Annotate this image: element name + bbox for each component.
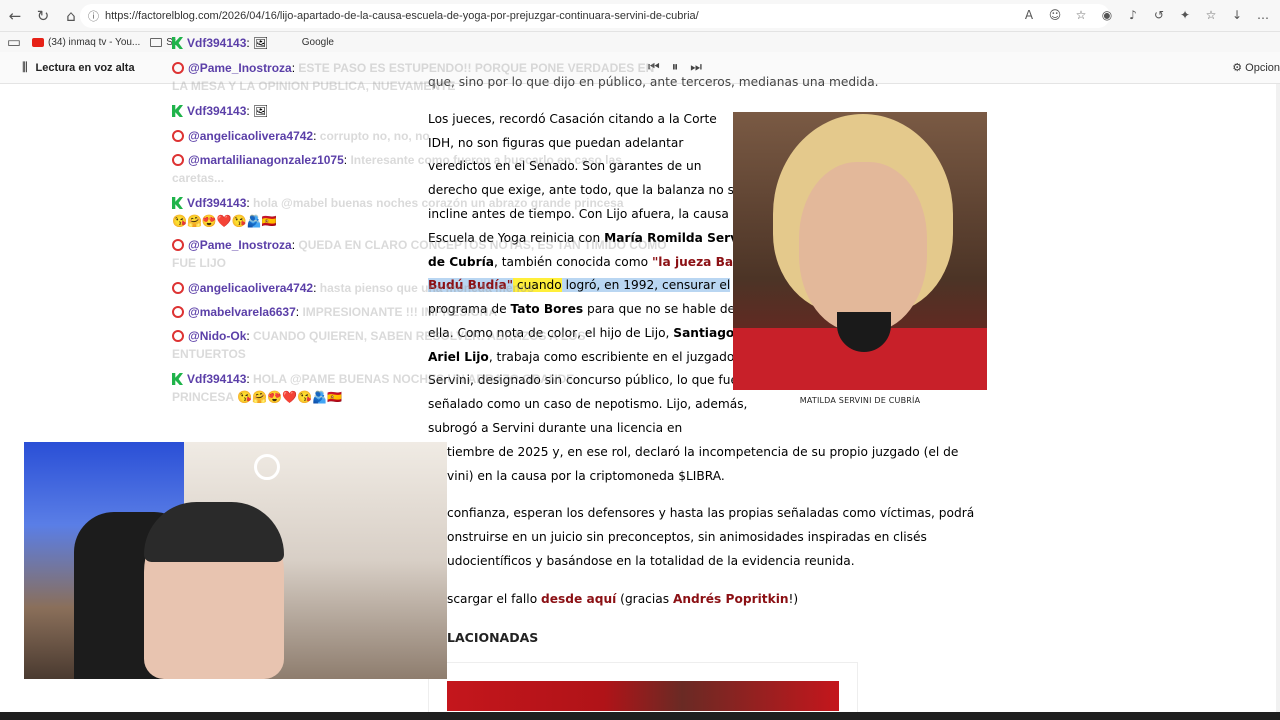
download-line: scargar el fallo desde aquí (gracias And… xyxy=(447,592,799,606)
read-aloud-icon[interactable]: A xyxy=(1018,4,1040,26)
chat-message: @Pame_Inostroza: ESTE PASO ES ESTUPENDO!… xyxy=(172,61,654,75)
chat-message: Vdf394143: 🖼 xyxy=(172,104,268,118)
menu-icon[interactable]: … xyxy=(1252,4,1274,26)
chat-message-continuation: caretas... xyxy=(172,171,225,185)
article-line: onstruirse en un juicio sin preconceptos… xyxy=(447,530,927,544)
chat-message-continuation: ENTUERTOS xyxy=(172,347,246,361)
youtube-icon xyxy=(32,37,44,47)
youtube-chat-icon xyxy=(172,62,184,74)
chat-message: @mabelvarela6637: IMPRESIONANTE !!! IMPR… xyxy=(172,305,497,319)
chat-message: @Nido-Ok: CUANDO QUIEREN, SABEN RESOLVER… xyxy=(172,329,586,343)
folder-icon xyxy=(150,37,163,47)
chat-message-continuation: FUE LIJO xyxy=(172,256,227,270)
article-line: señalado como un caso de nepotismo. Lijo… xyxy=(428,397,748,411)
volume-icon[interactable]: ♪ xyxy=(1122,4,1144,26)
favorite-star-icon[interactable]: ☆ xyxy=(1070,4,1092,26)
author-link[interactable]: Andrés Popritkin xyxy=(673,592,789,606)
reload-icon[interactable]: ↻ xyxy=(30,3,56,29)
chat-emote: 🖼 xyxy=(253,36,269,50)
puzzle-icon[interactable]: ✦ xyxy=(1174,4,1196,26)
address-bar[interactable]: ⓘ https://factorelblog.com/2026/04/16/li… xyxy=(80,4,1110,28)
chat-message: @angelicaolivera4742: corrupto no, no, n… xyxy=(172,129,430,143)
chat-message: Vdf394143: HOLA @PAME BUENAS NOCHES UN A… xyxy=(172,372,574,386)
browser-toolbar: ← ↻ ⌂ ⓘ https://factorelblog.com/2026/04… xyxy=(0,0,1280,32)
article-photo xyxy=(733,112,987,390)
next-icon[interactable]: ⏭ xyxy=(690,60,702,75)
article-line: confianza, esperan los defensores y hast… xyxy=(447,506,975,520)
download-link[interactable]: desde aquí xyxy=(541,592,616,606)
profile-icon[interactable]: ◉ xyxy=(1096,4,1118,26)
extension-icon[interactable]: ☺ xyxy=(1044,4,1066,26)
bookmark-youtube[interactable]: (34) inmaq tv - You... xyxy=(32,37,140,48)
kick-icon xyxy=(172,37,183,49)
chat-message-continuation: LA MESA Y LA OPINION PUBLICA, NUEVAMENTE xyxy=(172,79,456,93)
kick-icon xyxy=(172,373,183,385)
youtube-chat-icon xyxy=(172,130,184,142)
youtube-chat-icon xyxy=(172,330,184,342)
kick-icon xyxy=(172,197,183,209)
scrollbar[interactable] xyxy=(1276,84,1280,712)
related-thumbnail[interactable] xyxy=(447,681,839,711)
back-icon[interactable]: ← xyxy=(2,3,28,29)
youtube-chat-icon xyxy=(172,306,184,318)
article-line: Los jueces, recordó Casación citando a l… xyxy=(428,112,717,126)
youtube-chat-icon xyxy=(172,154,184,166)
options-icon: ⚙ xyxy=(1232,62,1246,74)
chat-emote: 🖼 xyxy=(253,104,269,118)
webcam-overlay xyxy=(24,442,447,679)
read-aloud-label: Lectura en voz alta xyxy=(35,61,135,74)
chat-message: Vdf394143: 🖼 xyxy=(172,36,268,50)
chat-emotes: 😘🤗😍❤️😘🫂🇪🇸 xyxy=(172,214,277,228)
youtube-chat-icon xyxy=(172,282,184,294)
pause-icon[interactable]: ⏸ xyxy=(672,60,679,75)
article-line: subrogó a Servini durante una licencia e… xyxy=(428,421,683,435)
taskbar xyxy=(0,712,1280,720)
photo-caption: MATILDA SERVINI DE CUBRÍA xyxy=(799,396,921,405)
youtube-chat-icon xyxy=(172,239,184,251)
read-aloud-controls: ⏮ ⏸ ⏭ xyxy=(648,60,702,75)
read-aloud-bar-icon: ⫼ xyxy=(22,60,28,74)
kick-icon xyxy=(172,105,183,117)
streamer xyxy=(144,502,284,679)
ring-light-icon xyxy=(254,454,280,480)
article-top-fragment: que, sino por lo que dijo en público, an… xyxy=(428,75,879,89)
article-line: udocientíficos y basándose en la totalid… xyxy=(447,554,855,568)
article-line: Ariel Lijo, trabaja como escribiente en … xyxy=(428,350,754,364)
downloads-icon[interactable]: ↓ xyxy=(1226,4,1248,26)
url-text: https://factorelblog.com/2026/04/16/lijo… xyxy=(105,10,699,22)
chat-message-continuation: PRINCESA 😘🤗😍❤️😘🫂🇪🇸 xyxy=(172,390,342,404)
site-info-icon[interactable]: ⓘ xyxy=(88,8,99,24)
chat-message: @angelicaolivera4742: hasta pienso que u… xyxy=(172,281,534,295)
refresh-icon[interactable]: ↺ xyxy=(1148,4,1170,26)
read-aloud-options[interactable]: ⚙ Opcion xyxy=(1232,61,1280,74)
chat-message: Vdf394143: hola @mabel buenas noches cor… xyxy=(172,196,624,210)
article-line: tiembre de 2025 y, en ese rol, declaró l… xyxy=(447,445,959,459)
article-line: IDH, no son figuras que puedan adelantar xyxy=(428,136,684,150)
bookmark-google[interactable]: Google xyxy=(302,37,334,48)
chat-message: @Pame_Inostroza: QUEDA EN CLARO CONCEPTO… xyxy=(172,238,667,252)
collections-icon[interactable]: ☆ xyxy=(1200,4,1222,26)
related-heading: LACIONADAS xyxy=(447,630,539,645)
chat-message: @martalilianagonzalez1075: Interesante c… xyxy=(172,153,622,167)
article-line: de Cubría, también conocida como "la jue… xyxy=(428,255,748,269)
article-line: vini) en la causa por la criptomoneda $L… xyxy=(447,469,725,483)
